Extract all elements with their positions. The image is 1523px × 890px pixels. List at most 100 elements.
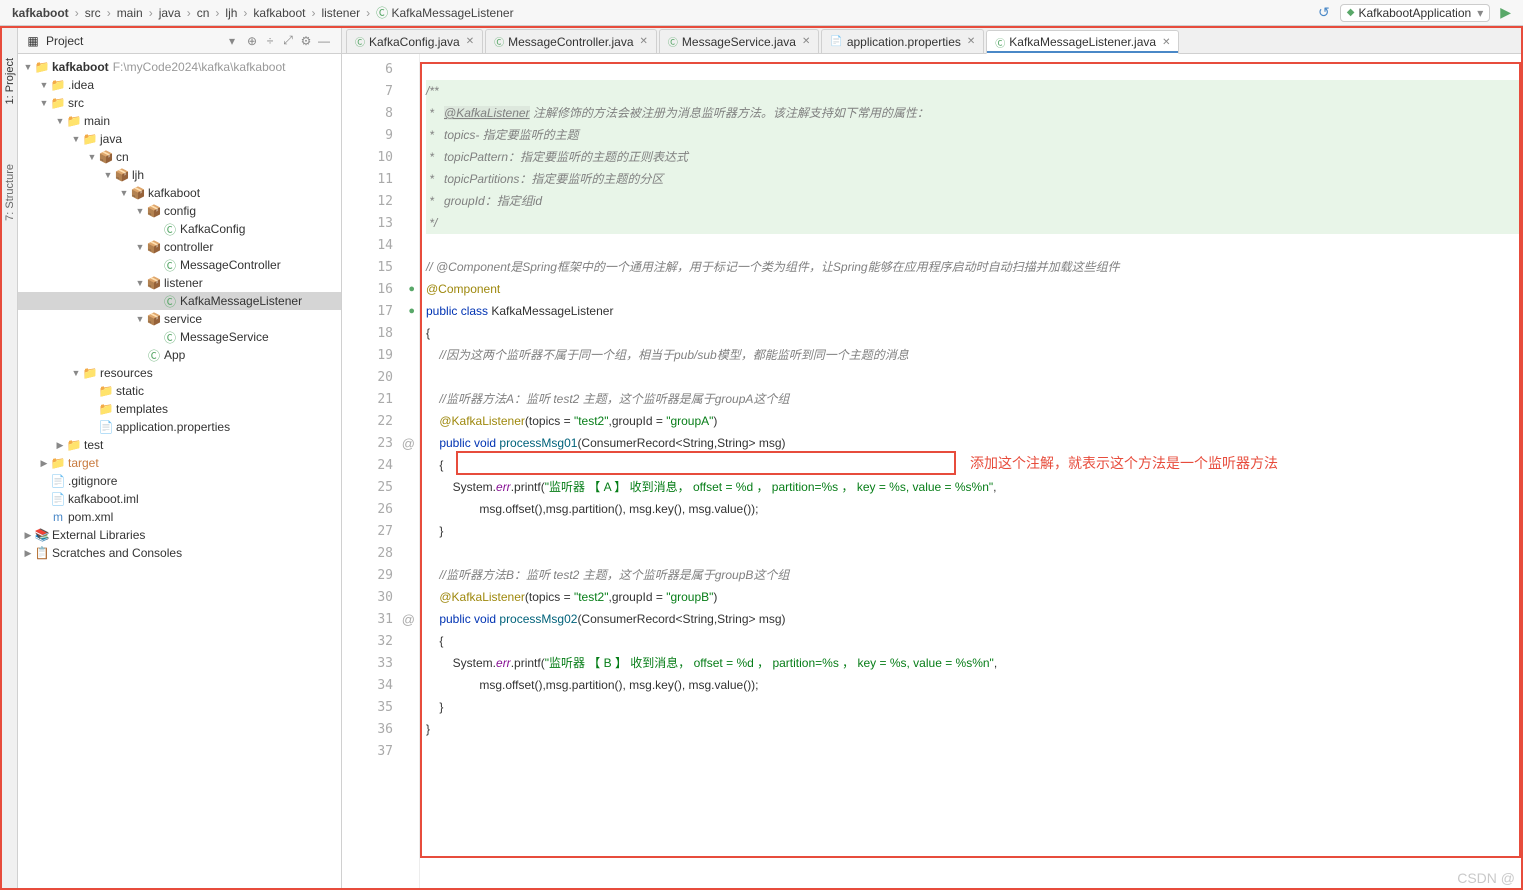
gutter-line-28[interactable]: 28 — [342, 542, 419, 564]
gutter-line-16[interactable]: 16● — [342, 278, 419, 300]
project-panel: ▦ Project ▾ ⊕ ÷ ⤢ ⚙ — ▼📁 kafkaboot F:\my… — [18, 28, 342, 888]
crumb-listener[interactable]: listener — [317, 6, 364, 20]
tab-messagecontroller-java[interactable]: ⒸMessageController.java✕ — [485, 29, 657, 53]
expand-icon[interactable]: ⤢ — [279, 33, 297, 48]
close-icon[interactable]: ✕ — [640, 36, 648, 47]
gutter-line-30[interactable]: 30 — [342, 586, 419, 608]
gutter-line-35[interactable]: 35 — [342, 696, 419, 718]
tree-node-test[interactable]: ▶📁test — [18, 436, 341, 454]
gutter-line-11[interactable]: 11 — [342, 168, 419, 190]
code-content[interactable]: /** * @KafkaListener 注解修饰的方法会被注册为消息监听器方法… — [420, 54, 1521, 888]
annotation-note: 添加这个注解，就表示这个方法是一个监听器方法 — [970, 452, 1278, 474]
watermark: CSDN @ — [1457, 870, 1515, 886]
project-header: ▦ Project ▾ ⊕ ÷ ⤢ ⚙ — — [18, 28, 341, 54]
gutter-line-31[interactable]: 31@ — [342, 608, 419, 630]
gutter-line-9[interactable]: 9 — [342, 124, 419, 146]
tree-node-kafkamessagelistener[interactable]: ⒸKafkaMessageListener — [18, 292, 341, 310]
tree-node-src[interactable]: ▼📁src — [18, 94, 341, 112]
close-icon[interactable]: ✕ — [802, 36, 810, 47]
crumb-class[interactable]: Ⓒ KafkaMessageListener — [372, 4, 517, 21]
tree-node-messagecontroller[interactable]: ⒸMessageController — [18, 256, 341, 274]
tree-node-listener[interactable]: ▼📦listener — [18, 274, 341, 292]
collapse-icon[interactable]: ÷ — [261, 34, 279, 48]
crumb-cn[interactable]: cn — [193, 6, 214, 20]
gutter-line-29[interactable]: 29 — [342, 564, 419, 586]
tab-kafkaconfig-java[interactable]: ⒸKafkaConfig.java✕ — [346, 29, 483, 53]
close-icon[interactable]: ✕ — [1162, 37, 1170, 48]
gutter-line-26[interactable]: 26 — [342, 498, 419, 520]
locate-icon[interactable]: ⊕ — [243, 34, 261, 48]
gutter[interactable]: 678910111213141516●17●181920212223@24252… — [342, 54, 420, 888]
gutter-line-27[interactable]: 27 — [342, 520, 419, 542]
gutter-line-33[interactable]: 33 — [342, 652, 419, 674]
tree-node-static[interactable]: 📁static — [18, 382, 341, 400]
gutter-line-24[interactable]: 24 — [342, 454, 419, 476]
crumb-kafkaboot[interactable]: kafkaboot — [249, 6, 309, 20]
crumb-main[interactable]: main — [113, 6, 147, 20]
tree-scratches[interactable]: ▶📋Scratches and Consoles — [18, 544, 341, 562]
project-title: Project — [44, 34, 229, 48]
tree-node-kafkaconfig[interactable]: ⒸKafkaConfig — [18, 220, 341, 238]
gutter-line-18[interactable]: 18 — [342, 322, 419, 344]
gutter-line-23[interactable]: 23@ — [342, 432, 419, 454]
dropdown-icon[interactable]: ▾ — [229, 34, 235, 48]
tree-node-cn[interactable]: ▼📦cn — [18, 148, 341, 166]
gutter-line-17[interactable]: 17● — [342, 300, 419, 322]
gutter-line-25[interactable]: 25 — [342, 476, 419, 498]
gutter-line-6[interactable]: 6 — [342, 58, 419, 80]
hide-icon[interactable]: — — [315, 34, 333, 48]
crumb-java[interactable]: java — [155, 6, 185, 20]
gutter-line-14[interactable]: 14 — [342, 234, 419, 256]
tree-node-target[interactable]: ▶📁target — [18, 454, 341, 472]
gutter-line-19[interactable]: 19 — [342, 344, 419, 366]
tree-node-kafkaboot-iml[interactable]: 📄kafkaboot.iml — [18, 490, 341, 508]
tree-root[interactable]: ▼📁 kafkaboot F:\myCode2024\kafka\kafkabo… — [18, 58, 341, 76]
tab-messageservice-java[interactable]: ⒸMessageService.java✕ — [659, 29, 819, 53]
reimport-icon[interactable]: ↺ — [1314, 4, 1334, 21]
gutter-line-12[interactable]: 12 — [342, 190, 419, 212]
gutter-line-37[interactable]: 37 — [342, 740, 419, 762]
tree-external-libraries[interactable]: ▶📚External Libraries — [18, 526, 341, 544]
sidebar-tab-structure[interactable]: 7: Structure — [4, 164, 16, 221]
tree-node-templates[interactable]: 📁templates — [18, 400, 341, 418]
crumb-ljh[interactable]: ljh — [221, 6, 241, 20]
gutter-line-22[interactable]: 22 — [342, 410, 419, 432]
gutter-line-34[interactable]: 34 — [342, 674, 419, 696]
gutter-line-36[interactable]: 36 — [342, 718, 419, 740]
gutter-line-10[interactable]: 10 — [342, 146, 419, 168]
gutter-line-7[interactable]: 7 — [342, 80, 419, 102]
project-tree[interactable]: ▼📁 kafkaboot F:\myCode2024\kafka\kafkabo… — [18, 54, 341, 888]
gutter-line-20[interactable]: 20 — [342, 366, 419, 388]
run-config-selector[interactable]: ◆KafkabootApplication▾ — [1340, 4, 1490, 22]
tree-node-config[interactable]: ▼📦config — [18, 202, 341, 220]
close-icon[interactable]: ✕ — [967, 36, 975, 47]
run-icon[interactable]: ▶ — [1496, 4, 1515, 21]
crumb-root[interactable]: kafkaboot — [8, 6, 73, 20]
project-icon: ▦ — [26, 34, 40, 48]
tree-node-kafkaboot[interactable]: ▼📦kafkaboot — [18, 184, 341, 202]
tree-node--idea[interactable]: ▼📁.idea — [18, 76, 341, 94]
tree-node-pom-xml[interactable]: mpom.xml — [18, 508, 341, 526]
gutter-line-32[interactable]: 32 — [342, 630, 419, 652]
gutter-line-15[interactable]: 15 — [342, 256, 419, 278]
tree-node-application-properties[interactable]: 📄application.properties — [18, 418, 341, 436]
tree-node-ljh[interactable]: ▼📦ljh — [18, 166, 341, 184]
gutter-line-21[interactable]: 21 — [342, 388, 419, 410]
gutter-line-8[interactable]: 8 — [342, 102, 419, 124]
tree-node-resources[interactable]: ▼📁resources — [18, 364, 341, 382]
tab-kafkamessagelistener-java[interactable]: ⒸKafkaMessageListener.java✕ — [986, 30, 1179, 54]
sidebar-tab-project[interactable]: 1: Project — [4, 58, 16, 104]
tree-node-java[interactable]: ▼📁java — [18, 130, 341, 148]
gear-icon[interactable]: ⚙ — [297, 34, 315, 48]
breadcrumb: kafkaboot › src› main› java› cn› ljh› ka… — [0, 0, 1523, 26]
tree-node-controller[interactable]: ▼📦controller — [18, 238, 341, 256]
tree-node-main[interactable]: ▼📁main — [18, 112, 341, 130]
gutter-line-13[interactable]: 13 — [342, 212, 419, 234]
crumb-src[interactable]: src — [81, 6, 105, 20]
close-icon[interactable]: ✕ — [466, 36, 474, 47]
tree-node-app[interactable]: ⒸApp — [18, 346, 341, 364]
tree-node-service[interactable]: ▼📦service — [18, 310, 341, 328]
tree-node--gitignore[interactable]: 📄.gitignore — [18, 472, 341, 490]
tree-node-messageservice[interactable]: ⒸMessageService — [18, 328, 341, 346]
tab-application-properties[interactable]: 📄application.properties✕ — [821, 29, 984, 53]
